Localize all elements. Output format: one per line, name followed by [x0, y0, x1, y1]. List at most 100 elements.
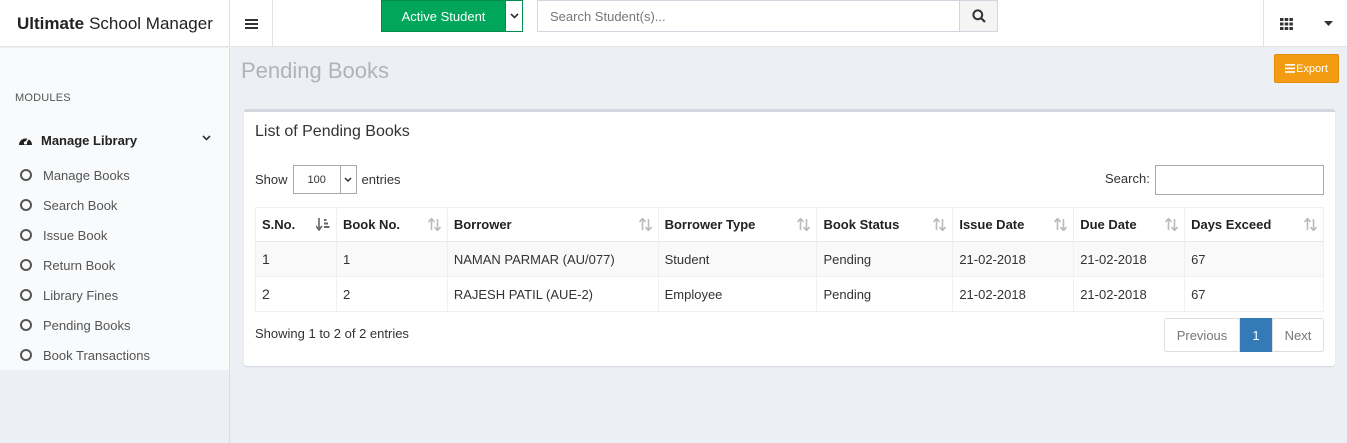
sidebar-item-return-book[interactable]: Return Book — [0, 253, 229, 277]
chevron-down-icon — [202, 135, 211, 141]
col-header-due-date[interactable]: Due Date — [1073, 207, 1186, 242]
student-search — [537, 0, 998, 32]
caret-down-icon — [1323, 21, 1333, 26]
col-header-label: Issue Date — [959, 217, 1025, 232]
entries-select-caret — [339, 166, 356, 193]
table-row: 1 1 NAMAN PARMAR (AU/077) Student Pendin… — [255, 241, 1324, 277]
sidebar-toggle-button[interactable] — [230, 0, 273, 47]
circle-icon — [20, 319, 32, 331]
cell-book-status: Pending — [816, 241, 954, 277]
active-student-dropdown[interactable]: Active Student — [381, 0, 523, 32]
cell-due-date: 21-02-2018 — [1073, 241, 1186, 277]
cell-days-exceed: 67 — [1184, 241, 1324, 277]
col-header-issue-date[interactable]: Issue Date — [952, 207, 1075, 242]
sidebar-item-pending-books[interactable]: Pending Books — [0, 313, 229, 337]
show-label: Show — [255, 172, 288, 187]
col-header-days-exceed[interactable]: Days Exceed — [1184, 207, 1324, 242]
chevron-down-icon — [509, 13, 519, 19]
apps-grid-button[interactable] — [1263, 0, 1309, 47]
student-search-button[interactable] — [959, 0, 998, 32]
table-header-row: S.No. Book No. Borrower Borrower Type Bo… — [255, 207, 1324, 242]
pagination: Previous 1 Next — [1164, 318, 1324, 352]
user-menu-dropdown[interactable] — [1309, 0, 1347, 47]
sidebar-item-book-transactions[interactable]: Book Transactions — [0, 343, 229, 367]
cell-borrower: RAJESH PATIL (AUE-2) — [446, 276, 659, 312]
sidebar-group-manage-library[interactable]: Manage Library — [0, 126, 229, 154]
sort-both-icon — [1054, 218, 1068, 231]
cell-due-date: 21-02-2018 — [1073, 276, 1186, 312]
cell-issue-date: 21-02-2018 — [952, 276, 1075, 312]
cell-days-exceed: 67 — [1184, 276, 1324, 312]
table-row: 2 2 RAJESH PATIL (AUE-2) Employee Pendin… — [255, 276, 1324, 312]
grid-icon — [1280, 17, 1293, 30]
col-header-label: Book No. — [342, 217, 400, 232]
entries-length-control: Show 100 entries — [255, 165, 401, 194]
sidebar-group-label: Manage Library — [41, 132, 138, 148]
col-header-label: Borrower — [453, 217, 512, 232]
col-header-borrower-type[interactable]: Borrower Type — [657, 207, 818, 242]
search-icon — [971, 9, 986, 23]
col-header-book-no[interactable]: Book No. — [335, 207, 448, 242]
sidebar-item-label: Return Book — [43, 257, 116, 273]
sort-both-icon — [933, 218, 947, 231]
cell-borrower: NAMAN PARMAR (AU/077) — [446, 241, 659, 277]
pending-books-box: List of Pending Books Show 100 entries S… — [244, 109, 1335, 366]
circle-icon — [20, 349, 32, 361]
sort-both-icon — [1304, 218, 1317, 231]
circle-icon — [20, 229, 32, 241]
cell-borrower-type: Student — [657, 241, 818, 277]
cell-borrower-type: Employee — [657, 276, 818, 312]
col-header-label: Due Date — [1080, 217, 1137, 232]
export-label: Export — [1296, 62, 1328, 75]
sidebar-item-library-fines[interactable]: Library Fines — [0, 283, 229, 307]
sidebar-item-manage-books[interactable]: Manage Books — [0, 163, 229, 187]
sort-both-icon — [638, 218, 652, 231]
student-search-input[interactable] — [537, 0, 959, 32]
sort-both-icon — [1165, 218, 1179, 231]
sidebar: MODULES Manage Library Manage Books Sear… — [0, 48, 230, 443]
table-search-input[interactable] — [1155, 165, 1324, 195]
sidebar-section-label: MODULES — [15, 92, 71, 104]
circle-icon — [20, 259, 32, 271]
pagination-previous-button[interactable]: Previous — [1164, 318, 1240, 352]
cell-book-no: 2 — [335, 276, 448, 312]
export-button[interactable]: Export — [1274, 54, 1339, 83]
sort-both-icon — [427, 218, 441, 231]
col-header-book-status[interactable]: Book Status — [816, 207, 954, 242]
circle-icon — [20, 289, 32, 301]
col-header-borrower[interactable]: Borrower — [446, 207, 659, 242]
pending-books-table: S.No. Book No. Borrower Borrower Type Bo… — [255, 207, 1324, 312]
cell-book-no: 1 — [335, 241, 448, 277]
sidebar-item-label: Manage Books — [43, 167, 130, 183]
entries-select-value: 100 — [307, 173, 326, 186]
cell-sno: 2 — [255, 276, 337, 312]
col-header-label: Book Status — [823, 217, 900, 232]
box-title: List of Pending Books — [255, 123, 410, 140]
pagination-next-button[interactable]: Next — [1272, 318, 1324, 352]
brand-bold: Ultimate — [17, 13, 85, 33]
dashboard-icon — [19, 138, 32, 145]
sidebar-item-search-book[interactable]: Search Book — [0, 193, 229, 217]
table-search-label: Search: — [1105, 171, 1150, 186]
app-brand[interactable]: Ultimate School Manager — [0, 0, 230, 47]
active-student-caret[interactable] — [506, 0, 523, 32]
hamburger-icon — [244, 18, 258, 29]
col-header-sno[interactable]: S.No. — [255, 207, 337, 242]
col-header-label: Borrower Type — [664, 217, 756, 232]
sort-both-icon — [797, 218, 811, 231]
list-icon — [1285, 64, 1296, 73]
pagination-page-1[interactable]: 1 — [1240, 318, 1272, 352]
top-header: Ultimate School Manager Active Student — [0, 0, 1347, 47]
cell-sno: 1 — [255, 241, 337, 277]
sidebar-item-label: Library Fines — [43, 287, 119, 303]
cell-issue-date: 21-02-2018 — [952, 241, 1075, 277]
active-student-button[interactable]: Active Student — [381, 0, 506, 32]
sidebar-item-label: Book Transactions — [43, 347, 150, 363]
page-title: Pending Books — [241, 58, 389, 83]
cell-book-status: Pending — [816, 276, 954, 312]
table-info: Showing 1 to 2 of 2 entries — [255, 326, 409, 341]
sidebar-item-issue-book[interactable]: Issue Book — [0, 223, 229, 247]
sidebar-item-label: Pending Books — [43, 317, 131, 333]
entries-select[interactable]: 100 — [292, 165, 357, 194]
col-header-label: S.No. — [262, 217, 296, 232]
